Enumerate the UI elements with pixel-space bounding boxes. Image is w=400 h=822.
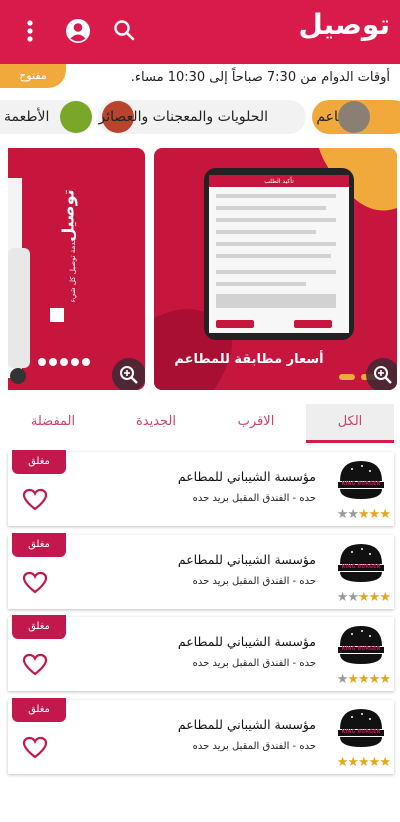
rating-stars: ★★★★★ — [336, 507, 391, 522]
search-icon[interactable] — [110, 16, 140, 46]
restaurant-name: مؤسسة الشيباني للمطاعم — [177, 717, 316, 732]
open-status-badge: مفتوح — [0, 64, 66, 88]
closed-status-badge: مغلق — [12, 450, 66, 474]
logo-text: KING BURGER — [341, 646, 381, 652]
banner-carousel[interactable]: أسعار مطابقة للمطاعم تأكيد الطلب توصيل خ… — [0, 148, 400, 394]
restaurant-logo: KING BURGER — [332, 703, 390, 755]
restaurant-name: مؤسسة الشيباني للمطاعم — [177, 469, 316, 484]
banner-card[interactable]: أسعار مطابقة للمطاعم تأكيد الطلب — [154, 148, 397, 390]
tab-nearest[interactable]: الاقرب — [212, 404, 300, 440]
tab-all[interactable]: الكل — [306, 404, 394, 440]
category-chip-sweets[interactable]: الحلويات والمعجنات والعصائر — [98, 100, 306, 134]
restaurant-address: حده - الفندق المقبل بريد حده — [192, 741, 316, 752]
logo-text: KING BURGER — [341, 564, 381, 570]
heart-outline-icon[interactable] — [22, 653, 48, 677]
rating-stars: ★★★★★ — [336, 590, 391, 605]
rating-stars: ★★★★★ — [336, 672, 391, 687]
restaurant-name: مؤسسة الشيباني للمطاعم — [177, 634, 316, 649]
category-label: الحلويات والمعجنات والعصائر — [98, 109, 268, 125]
restaurant-card[interactable]: مغلق مؤسسة الشيباني للمطاعم حده - الفندق… — [8, 533, 394, 609]
working-hours-text: أوقات الدوام من 7:30 صباحاً إلى 10:30 مس… — [130, 70, 390, 85]
heart-outline-icon[interactable] — [22, 571, 48, 595]
restaurant-logo: KING BURGER — [332, 538, 390, 590]
banner-card[interactable]: توصيل خدمة توصيل كل شيء — [8, 148, 145, 390]
rating-stars: ★★★★★ — [336, 755, 391, 770]
restaurant-address: حده - الفندق المقبل بريد حده — [192, 576, 316, 587]
category-label: الأطعمة — [4, 109, 50, 125]
restaurant-address: حده - الفندق المقبل بريد حده — [192, 493, 316, 504]
heart-outline-icon[interactable] — [22, 736, 48, 760]
tab-new[interactable]: الجديدة — [112, 404, 200, 440]
logo-text: KING BURGER — [341, 481, 381, 487]
category-thumbnail — [60, 101, 92, 133]
restaurant-logo: KING BURGER — [332, 620, 390, 672]
logo-text: KING BURGER — [341, 729, 381, 735]
category-chip-foods[interactable]: الأطعمة — [0, 100, 92, 134]
closed-status-badge: مغلق — [12, 615, 66, 639]
restaurant-address: حده - الفندق المقبل بريد حده — [192, 658, 316, 669]
banner-subtitle: خدمة توصيل كل شيء — [69, 237, 77, 303]
more-vert-icon[interactable] — [18, 16, 42, 46]
filter-tabs: الكل الاقرب الجديدة المفضلة — [0, 404, 400, 444]
restaurant-name: مؤسسة الشيباني للمطاعم — [177, 552, 316, 567]
category-chip-restaurants[interactable]: المطاعم — [312, 100, 400, 134]
tab-favorites[interactable]: المفضلة — [8, 404, 98, 440]
active-tab-indicator — [306, 440, 394, 443]
zoom-in-icon[interactable] — [112, 358, 145, 390]
closed-status-badge: مغلق — [12, 698, 66, 722]
restaurant-card[interactable]: مغلق مؤسسة الشيباني للمطاعم حده - الفندق… — [8, 698, 394, 774]
restaurant-card[interactable]: مغلق مؤسسة الشيباني للمطاعم حده - الفندق… — [8, 450, 394, 526]
zoom-in-icon[interactable] — [366, 358, 397, 390]
closed-status-badge: مغلق — [12, 533, 66, 557]
restaurant-logo: KING BURGER — [332, 455, 390, 507]
app-title: توصيل — [298, 8, 390, 41]
app-bar: توصيل — [0, 0, 400, 64]
account-circle-icon[interactable] — [63, 16, 93, 46]
category-strip: المطاعم الحلويات والمعجنات والعصائر الأط… — [0, 96, 400, 142]
banner-screen-title: تأكيد الطلب — [264, 178, 294, 185]
category-thumbnail — [338, 101, 370, 133]
banner-headline: أسعار مطابقة للمطاعم — [174, 352, 324, 367]
restaurant-card[interactable]: مغلق مؤسسة الشيباني للمطاعم حده - الفندق… — [8, 615, 394, 691]
heart-outline-icon[interactable] — [22, 488, 48, 512]
